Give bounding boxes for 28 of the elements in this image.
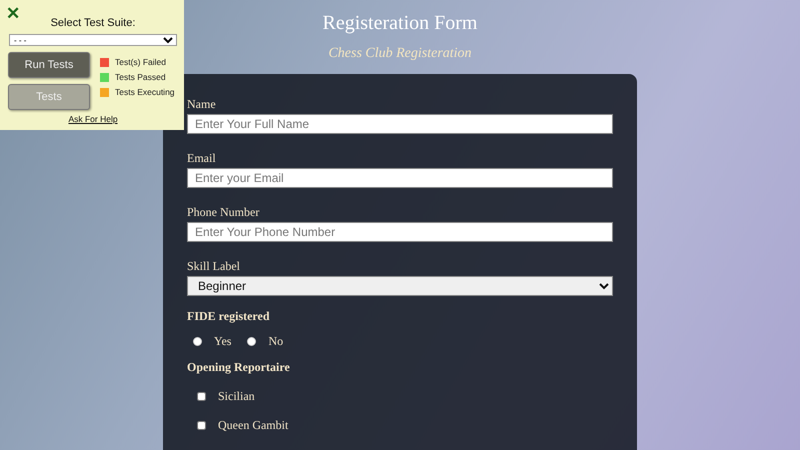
field-label: Skill Label <box>187 258 241 274</box>
skill-select[interactable]: Beginner <box>187 276 613 296</box>
radio-button[interactable] <box>193 337 202 346</box>
input-field[interactable]: Enter Your Full Name <box>187 114 613 134</box>
input-field[interactable]: Enter your Email <box>187 168 613 188</box>
checkbox[interactable] <box>197 392 206 401</box>
radio-button[interactable] <box>247 337 256 346</box>
close-button[interactable]: ✕ <box>6 4 20 24</box>
input-field[interactable]: Enter Your Phone Number <box>187 222 613 242</box>
legend-label: Test(s) Failed <box>115 57 166 67</box>
field-label: Email <box>187 150 217 166</box>
checkbox[interactable] <box>197 421 206 430</box>
checkbox-label: Queen Gambit <box>218 418 288 433</box>
group-label: Opening Reportaire <box>187 359 291 375</box>
radio-label: Yes <box>214 334 232 349</box>
page-subtitle: Chess Club Registeration <box>328 45 472 63</box>
help-link[interactable]: Ask For Help <box>68 114 118 124</box>
suite-label: Select Test Suite: <box>50 16 136 30</box>
field-label: Name <box>187 96 217 112</box>
page-title: Registeration Form <box>322 11 478 35</box>
group-label: FIDE registered <box>187 308 271 324</box>
test-button[interactable]: Run Tests <box>8 52 90 78</box>
radio-label: No <box>268 334 284 349</box>
checkbox-label: Sicilian <box>218 389 255 404</box>
legend-label: Tests Passed <box>115 72 166 82</box>
field-label: Phone Number <box>187 204 260 220</box>
suite-select[interactable]: - - - <box>9 34 177 46</box>
legend-label: Tests Executing <box>115 87 175 97</box>
